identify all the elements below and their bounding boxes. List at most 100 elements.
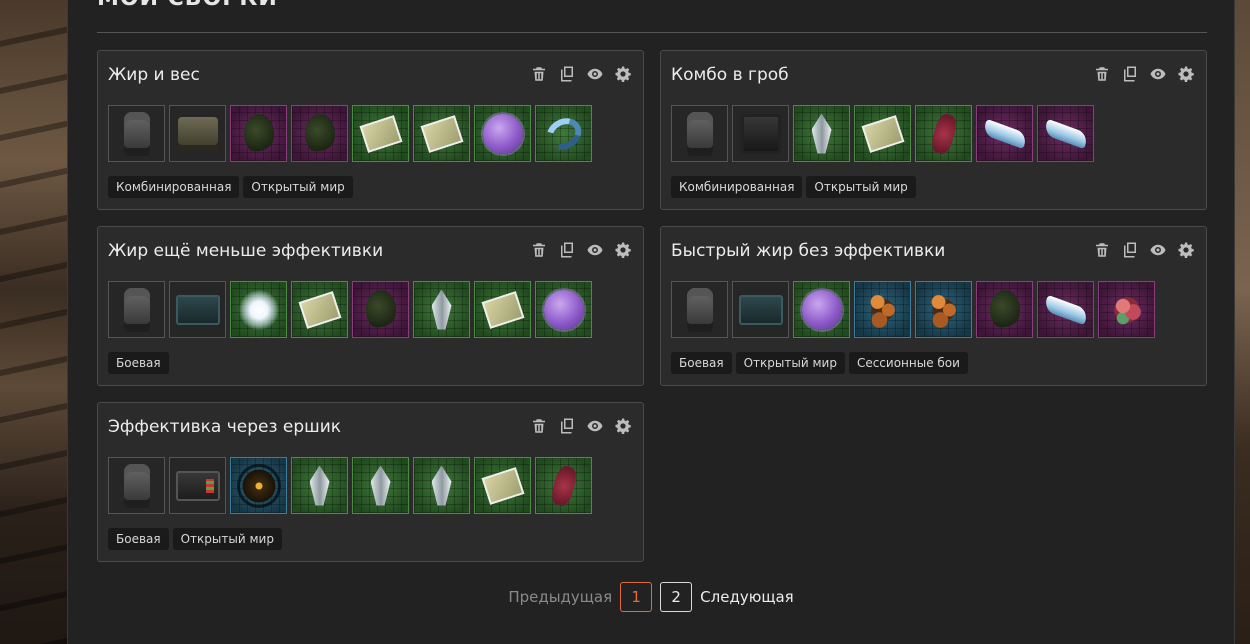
- item-slot[interactable]: [108, 281, 165, 338]
- item-slot[interactable]: [230, 281, 287, 338]
- copy-icon: [558, 241, 576, 263]
- delete-build-button[interactable]: [529, 418, 549, 438]
- view-build-button[interactable]: [585, 242, 605, 262]
- item-slot[interactable]: [474, 457, 531, 514]
- map-artifact-icon: [481, 290, 524, 329]
- item-slot[interactable]: [291, 457, 348, 514]
- item-slot[interactable]: [1037, 281, 1094, 338]
- item-slot[interactable]: [230, 457, 287, 514]
- delete-build-button[interactable]: [529, 242, 549, 262]
- pagination-page-2[interactable]: 2: [660, 582, 693, 612]
- armor-icon: [123, 463, 150, 508]
- item-slot[interactable]: [413, 457, 470, 514]
- item-slot[interactable]: [474, 105, 531, 162]
- copy-build-button[interactable]: [1120, 242, 1140, 262]
- copy-build-button[interactable]: [557, 242, 577, 262]
- item-slot[interactable]: [915, 281, 972, 338]
- delete-build-button[interactable]: [529, 66, 549, 86]
- build-tags: Комбинированная Открытый мир: [108, 176, 353, 198]
- item-slot[interactable]: [1037, 105, 1094, 162]
- item-slot[interactable]: [474, 281, 531, 338]
- trash-icon: [1093, 65, 1111, 87]
- build-tags: Боевая: [108, 352, 169, 374]
- item-slot[interactable]: [413, 281, 470, 338]
- item-slot[interactable]: [108, 457, 165, 514]
- item-slot[interactable]: [230, 105, 287, 162]
- item-slot[interactable]: [915, 105, 972, 162]
- trash-icon: [530, 65, 548, 87]
- pagination-prev[interactable]: Предыдущая: [508, 588, 612, 606]
- item-slot[interactable]: [732, 105, 789, 162]
- blade-artifact-icon: [1042, 294, 1089, 325]
- view-build-button[interactable]: [585, 418, 605, 438]
- build-title: Жир и вес: [108, 65, 200, 85]
- pagination-next[interactable]: Следующая: [700, 588, 794, 606]
- crystal-artifact-icon: [431, 465, 452, 506]
- view-build-button[interactable]: [1148, 242, 1168, 262]
- item-slot[interactable]: [352, 105, 409, 162]
- item-slot[interactable]: [535, 105, 592, 162]
- build-actions: [1092, 242, 1196, 262]
- item-slot[interactable]: [976, 105, 1033, 162]
- armor-icon: [123, 287, 150, 332]
- item-slot[interactable]: [1098, 281, 1155, 338]
- build-items: [671, 105, 1094, 162]
- settings-build-button[interactable]: [613, 66, 633, 86]
- armor-icon: [123, 111, 150, 156]
- item-slot[interactable]: [854, 105, 911, 162]
- rocks-artifact-icon: [925, 289, 962, 330]
- copy-build-button[interactable]: [557, 66, 577, 86]
- item-slot[interactable]: [291, 105, 348, 162]
- item-slot[interactable]: [671, 281, 728, 338]
- eye-icon: [1149, 241, 1167, 263]
- settings-build-button[interactable]: [613, 418, 633, 438]
- moss-artifact-icon: [365, 289, 396, 330]
- item-slot[interactable]: [793, 281, 850, 338]
- page-title: Мои сборки: [97, 0, 278, 11]
- build-card: Жир ещё меньше эффективки Боевая: [97, 226, 644, 386]
- background-scenery-left: [0, 0, 68, 644]
- item-slot[interactable]: [976, 281, 1033, 338]
- item-slot[interactable]: [352, 457, 409, 514]
- eye-icon: [586, 241, 604, 263]
- blade-artifact-icon: [981, 118, 1028, 149]
- settings-build-button[interactable]: [1176, 242, 1196, 262]
- build-title: Эффективка через ершик: [108, 417, 342, 437]
- build-title: Жир ещё меньше эффективки: [108, 241, 384, 261]
- trash-icon: [530, 417, 548, 439]
- gear-icon: [614, 241, 632, 263]
- gear-icon: [614, 417, 632, 439]
- delete-build-button[interactable]: [1092, 66, 1112, 86]
- rocks-artifact-icon: [864, 289, 901, 330]
- item-slot[interactable]: [108, 105, 165, 162]
- backpack-icon: [177, 116, 218, 151]
- trash-icon: [1093, 241, 1111, 263]
- item-slot[interactable]: [854, 281, 911, 338]
- item-slot[interactable]: [413, 105, 470, 162]
- item-slot[interactable]: [169, 105, 226, 162]
- item-slot[interactable]: [169, 281, 226, 338]
- view-build-button[interactable]: [585, 66, 605, 86]
- copy-build-button[interactable]: [1120, 66, 1140, 86]
- build-tag: Сессионные бои: [848, 352, 968, 374]
- orb-artifact-icon: [801, 289, 842, 330]
- gear-icon: [1177, 241, 1195, 263]
- title-divider: [97, 32, 1207, 33]
- item-slot[interactable]: [291, 281, 348, 338]
- copy-build-button[interactable]: [557, 418, 577, 438]
- settings-build-button[interactable]: [1176, 66, 1196, 86]
- item-slot[interactable]: [352, 281, 409, 338]
- item-slot[interactable]: [169, 457, 226, 514]
- delete-build-button[interactable]: [1092, 242, 1112, 262]
- pagination-page-1[interactable]: 1: [620, 582, 653, 612]
- map-artifact-icon: [481, 466, 524, 505]
- build-tag: Комбинированная: [671, 176, 803, 198]
- item-slot[interactable]: [732, 281, 789, 338]
- item-slot[interactable]: [671, 105, 728, 162]
- build-actions: [529, 66, 633, 86]
- item-slot[interactable]: [793, 105, 850, 162]
- item-slot[interactable]: [535, 281, 592, 338]
- view-build-button[interactable]: [1148, 66, 1168, 86]
- item-slot[interactable]: [535, 457, 592, 514]
- settings-build-button[interactable]: [613, 242, 633, 262]
